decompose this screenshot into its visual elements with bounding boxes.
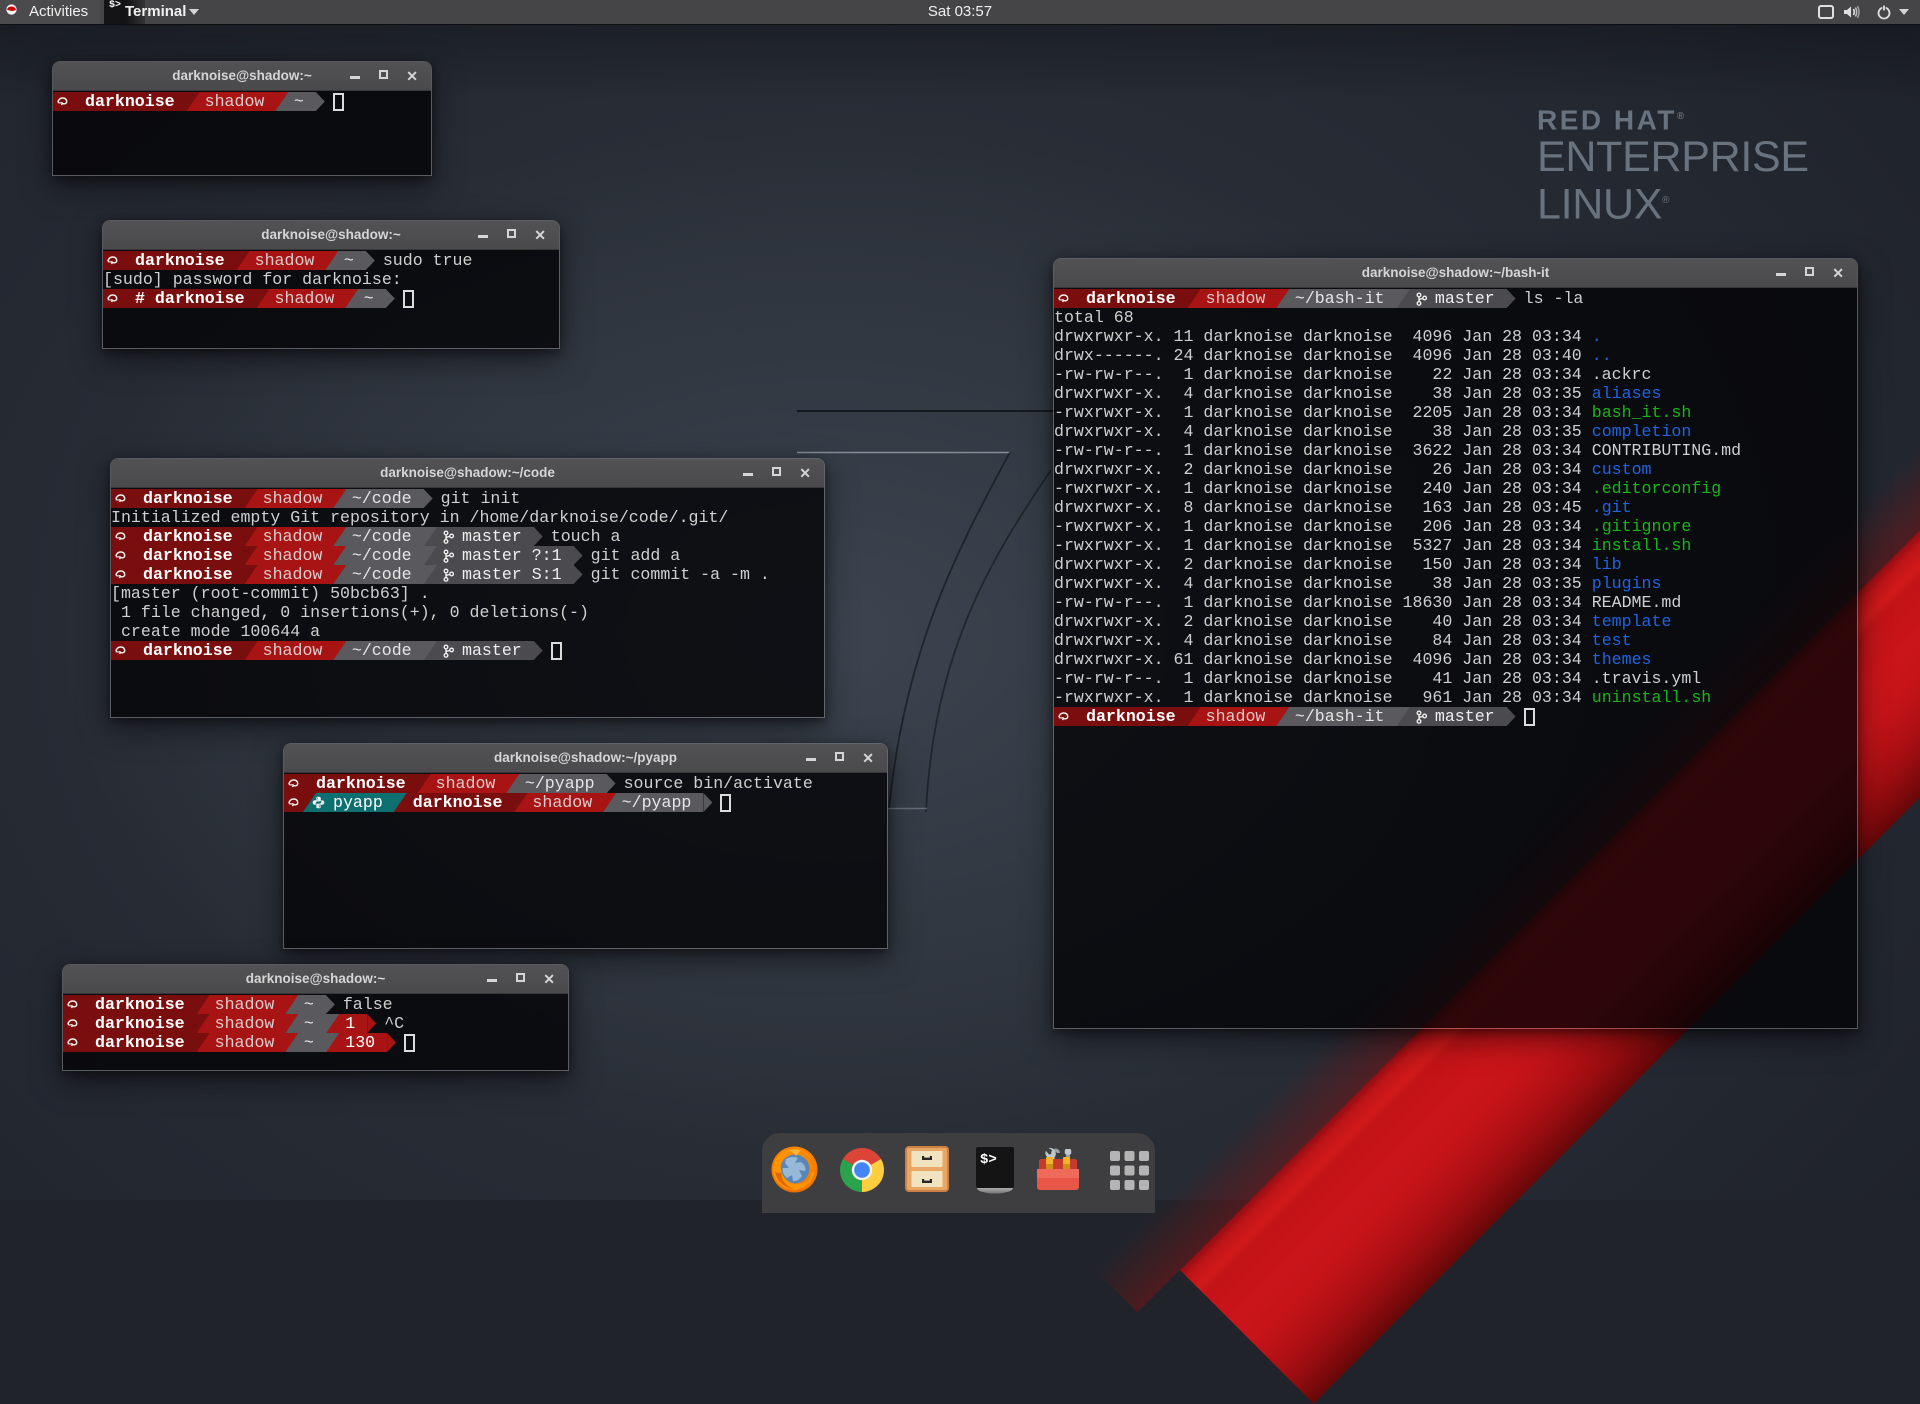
svg-text:$>: $> <box>980 1152 997 1168</box>
